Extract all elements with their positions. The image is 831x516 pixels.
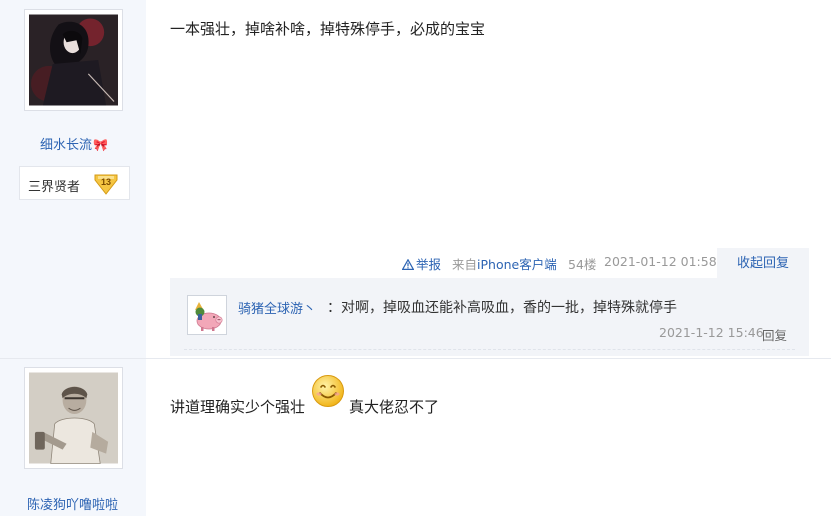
level-badge-icon: 13: [94, 174, 118, 195]
report-button[interactable]: 举报: [402, 254, 441, 273]
collapse-replies-button[interactable]: 收起回复: [717, 248, 809, 278]
reply-button[interactable]: 回复: [762, 325, 787, 344]
pig-avatar-icon: [190, 298, 224, 332]
author-avatar[interactable]: [24, 367, 123, 469]
level-number: 13: [101, 177, 111, 187]
post-client: 来自iPhone客户端: [452, 254, 557, 273]
author-name-text: 细水长流: [40, 138, 93, 153]
reply-text: 对啊，掉吸血还能补高吸血，香的一批，掉特殊就停手: [341, 300, 677, 316]
avatar-image: [29, 372, 118, 464]
reply-separator: ：: [327, 300, 341, 316]
reply-panel: 骑猪全球游丶 ：对啊，掉吸血还能补高吸血，香的一批，掉特殊就停手 2021-1-…: [170, 278, 809, 356]
author-name[interactable]: 细水长流🎀: [40, 134, 108, 153]
floor-number: 54楼: [568, 257, 597, 272]
rank-title: 三界贤者: [28, 180, 81, 195]
post-content-before: 讲道理确实少个强壮: [170, 398, 306, 416]
author-avatar[interactable]: [24, 9, 123, 111]
client-prefix: 来自: [452, 257, 478, 272]
reply-username[interactable]: 骑猪全球游丶: [238, 298, 316, 317]
avatar-image: [29, 14, 118, 106]
author-name-text: 陈凌狗吖噜啦啦: [27, 498, 119, 513]
reply-item: 骑猪全球游丶 ：对啊，掉吸血还能补高吸血，香的一批，掉特殊就停手 2021-1-…: [184, 290, 795, 350]
reply-timestamp: 2021-1-12 15:46: [659, 325, 764, 340]
smile-emoji-icon: [312, 375, 344, 407]
reply-avatar[interactable]: [187, 295, 227, 335]
warning-icon: [402, 259, 414, 270]
post-divider: [0, 358, 831, 359]
rank-badge-box[interactable]: 三界贤者 13: [19, 166, 130, 200]
reply-content: ：对啊，掉吸血还能补高吸血，香的一批，掉特殊就停手: [327, 297, 677, 317]
post-datetime: 2021-01-12 01:58: [604, 254, 717, 269]
post-content-after: 真大佬忍不了: [349, 398, 440, 416]
ribbon-bow-icon: 🎀: [93, 138, 108, 152]
post-content: 一本强壮，掉啥补啥，掉特殊停手，必成的宝宝: [170, 20, 486, 38]
client-name-link[interactable]: iPhone客户端: [477, 257, 557, 272]
author-name[interactable]: 陈凌狗吖噜啦啦: [27, 494, 118, 513]
report-label: 举报: [416, 257, 442, 272]
